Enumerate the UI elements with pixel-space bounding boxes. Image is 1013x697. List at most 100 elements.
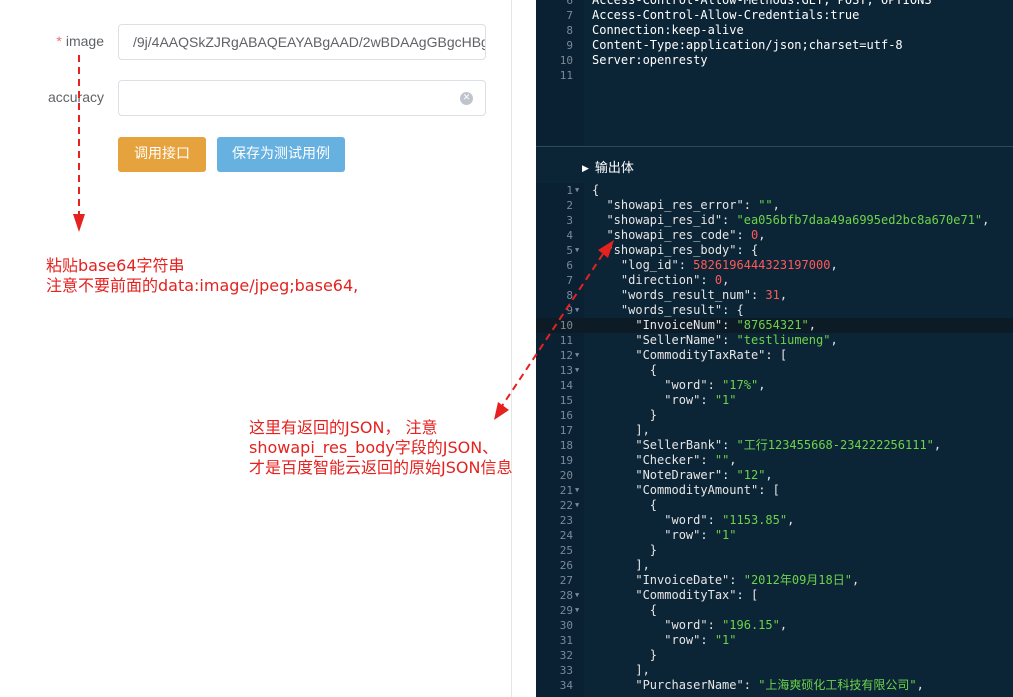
response-headers-editor[interactable]: 6 Access-Control-Allow-Methods:GET, POST,… xyxy=(536,0,1013,145)
image-input[interactable]: /9j/4AAQSkZJRgABAQEAYABgAAD/2wBDAAgGBgcH… xyxy=(118,24,486,60)
code-line: 2 "showapi_res_error": "", xyxy=(536,198,1013,213)
line-number: 9 xyxy=(566,304,573,317)
line-number: 2 xyxy=(566,199,573,212)
string-token: "ea056bfb7daa49a6995ed2bc8a670e71" xyxy=(736,213,983,227)
code-line: 30 "word": "196.15", xyxy=(536,618,1013,633)
punct-token: : xyxy=(700,633,715,647)
code-text: "PurchaserName": "上海爽硕化工科技有限公司", xyxy=(592,678,924,693)
punct-token xyxy=(592,228,606,242)
response-body-editor[interactable]: 1 ▼{2 "showapi_res_error": "", 3 "showapi_… xyxy=(536,183,1013,697)
punct-token xyxy=(592,288,621,302)
key-token: "CommodityTaxRate" xyxy=(635,348,766,362)
line-number: 21 xyxy=(559,484,573,497)
punct-token: : { xyxy=(722,303,744,317)
punct-token: : xyxy=(722,213,737,227)
code-text: "word": "17%", xyxy=(592,378,765,393)
call-api-button[interactable]: 调用接口 xyxy=(118,137,206,172)
code-line: 25 } xyxy=(536,543,1013,558)
output-body-toggle[interactable]: ▶ 输出体 xyxy=(582,157,634,176)
code-line: 17 ], xyxy=(536,423,1013,438)
key-token: "showapi_res_body" xyxy=(606,243,737,257)
fold-toggle-icon[interactable]: ▼ xyxy=(575,588,579,603)
punct-token: , xyxy=(982,213,990,227)
punct-token: , xyxy=(765,468,773,482)
key-token: "row" xyxy=(664,528,701,542)
response-panel: 6 Access-Control-Allow-Methods:GET, POST,… xyxy=(536,0,1013,697)
key-token: "row" xyxy=(664,393,701,407)
punct-token xyxy=(592,198,606,212)
line-number: 32 xyxy=(559,649,573,662)
fold-toggle-icon[interactable]: ▼ xyxy=(575,303,579,318)
punct-token: , xyxy=(758,378,766,392)
code-line: 10 "InvoiceNum": "87654321", xyxy=(536,318,1013,333)
punct-token: , xyxy=(722,273,730,287)
line-number: 31 xyxy=(559,634,573,647)
request-form-panel: * image /9j/4AAQSkZJRgABAQEAYABgAAD/2wBDA… xyxy=(0,0,512,697)
punct-token: { xyxy=(592,183,600,197)
punct-token xyxy=(592,273,621,287)
line-number: 1 xyxy=(566,184,573,197)
image-label: * image xyxy=(56,33,104,49)
line-number: 25 xyxy=(559,544,573,557)
header-line: 6 Access-Control-Allow-Methods:GET, POST,… xyxy=(536,0,1013,8)
fold-toggle-icon[interactable]: ▼ xyxy=(575,498,579,513)
fold-toggle-icon[interactable]: ▼ xyxy=(575,183,579,198)
code-line: 16 } xyxy=(536,408,1013,423)
punct-token: } xyxy=(592,648,658,662)
string-token: "上海爽硕化工科技有限公司" xyxy=(758,678,917,692)
code-line: 21 ▼ "CommodityAmount": [ xyxy=(536,483,1013,498)
accuracy-input[interactable] xyxy=(118,80,486,116)
fold-toggle-icon[interactable]: ▼ xyxy=(575,243,579,258)
punct-token xyxy=(592,333,635,347)
code-text: } xyxy=(592,408,657,423)
fold-toggle-icon[interactable]: ▼ xyxy=(575,483,579,498)
code-text: "CommodityTaxRate": [ xyxy=(592,348,787,363)
fold-toggle-icon[interactable]: ▼ xyxy=(575,603,579,618)
punct-token xyxy=(592,618,664,632)
line-number: 20 xyxy=(559,469,573,482)
json-annotation-line1: 这里有返回的JSON， 注意 xyxy=(249,418,438,437)
line-number: 18 xyxy=(559,439,573,452)
punct-token xyxy=(592,513,664,527)
code-text: "Checker": "", xyxy=(592,453,736,468)
code-text: "direction": 0, xyxy=(592,273,729,288)
code-line: 4 "showapi_res_code": 0, xyxy=(536,228,1013,243)
line-number: 28 xyxy=(559,589,573,602)
required-mark: * xyxy=(56,33,62,49)
line-number: 8 xyxy=(566,289,573,302)
punct-token: ], xyxy=(592,558,650,572)
save-test-case-button[interactable]: 保存为测试用例 xyxy=(217,137,345,172)
punct-token xyxy=(592,243,606,257)
string-token: "1" xyxy=(714,633,737,647)
string-token: "2012年09月18日" xyxy=(743,573,852,587)
fold-toggle-icon[interactable]: ▼ xyxy=(575,348,579,363)
key-token: "word" xyxy=(664,513,708,527)
punct-token: , xyxy=(787,513,795,527)
line-number: 14 xyxy=(559,379,573,392)
code-line: 18 "SellerBank": "工行123455668-2342222561… xyxy=(536,438,1013,453)
key-token: "CommodityAmount" xyxy=(635,483,759,497)
clear-icon[interactable]: ✕ xyxy=(460,92,473,105)
string-token: "17%" xyxy=(722,378,759,392)
code-line: 14 "word": "17%", xyxy=(536,378,1013,393)
punct-token xyxy=(592,483,635,497)
fold-toggle-icon[interactable]: ▼ xyxy=(575,363,579,378)
punct-token xyxy=(592,633,664,647)
code-text: "showapi_res_id": "ea056bfb7daa49a6995ed… xyxy=(592,213,989,228)
punct-token: : xyxy=(707,618,723,632)
code-text: "NoteDrawer": "12", xyxy=(592,468,773,483)
key-token: "row" xyxy=(664,633,701,647)
punct-token: : xyxy=(707,378,723,392)
code-line: 34 "PurchaserName": "上海爽硕化工科技有限公司", xyxy=(536,678,1013,693)
code-line: 26 ], xyxy=(536,558,1013,573)
key-token: "words_result_num" xyxy=(620,288,751,302)
string-token: "1153.85" xyxy=(722,513,788,527)
punct-token xyxy=(592,453,635,467)
punct-token xyxy=(592,468,635,482)
punct-token: : { xyxy=(736,243,759,257)
string-token: "87654321" xyxy=(736,318,809,332)
line-number: 30 xyxy=(559,619,573,632)
punct-token xyxy=(592,438,635,452)
code-text: "showapi_res_code": 0, xyxy=(592,228,765,243)
section-divider xyxy=(536,146,1013,147)
